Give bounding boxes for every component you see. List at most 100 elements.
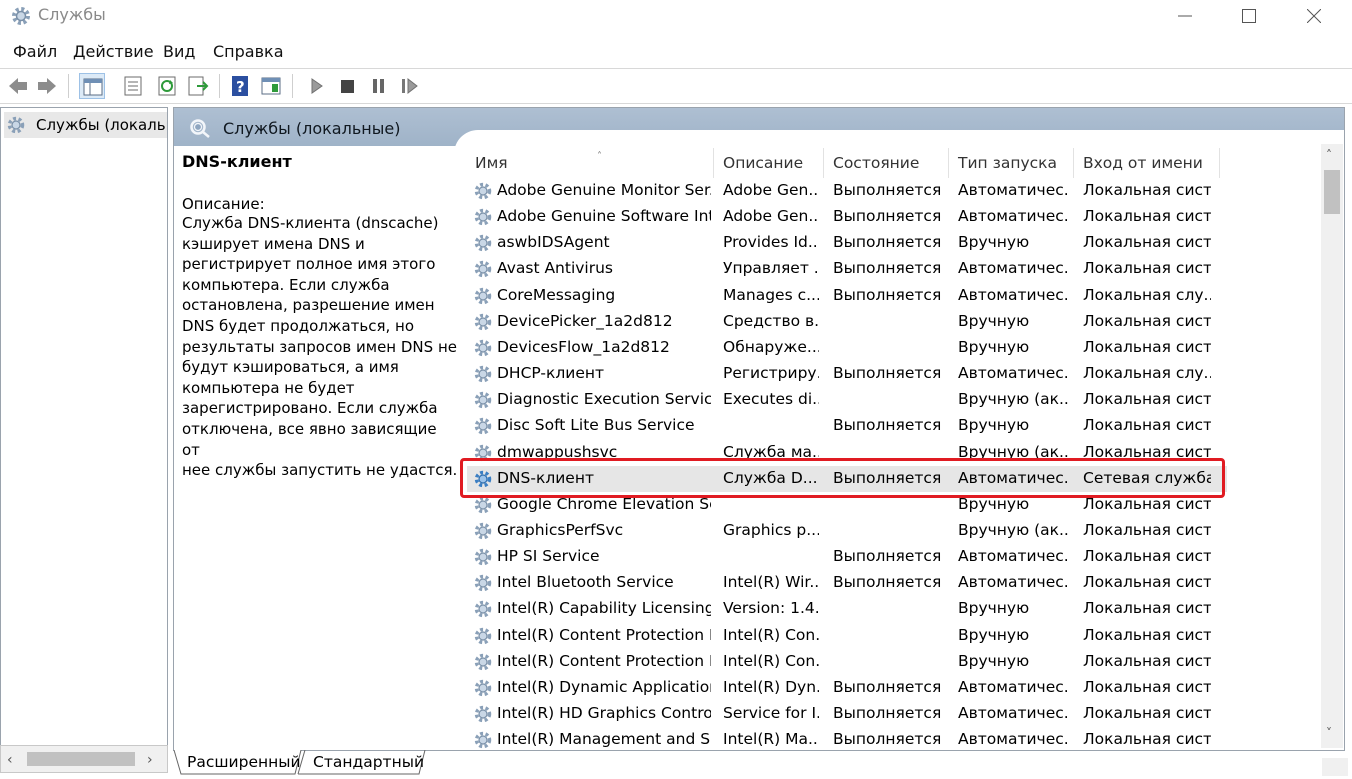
column-header-description[interactable]: Описание <box>723 154 803 172</box>
forward-button[interactable] <box>34 73 60 99</box>
service-gear-icon <box>474 575 492 592</box>
table-row[interactable]: HP SI Service Выполняется Автоматичес... Ло… <box>467 544 1227 570</box>
stop-service-button[interactable] <box>334 73 360 99</box>
close-icon <box>1307 9 1321 23</box>
table-row[interactable]: Avast Antivirus Управляет ... Выполняется А… <box>467 256 1227 282</box>
table-row-selected[interactable]: DNS-клиент Служба D... Выполняется Автомати… <box>467 465 1227 492</box>
cell-startup-type: Автоматичес... <box>958 364 1070 383</box>
help-button[interactable]: ? <box>227 73 253 99</box>
scroll-right-icon[interactable]: › <box>147 752 153 768</box>
table-row[interactable]: Adobe Genuine Software Int... Adobe Gen..… <box>467 204 1227 230</box>
action-pane-button[interactable] <box>258 73 284 99</box>
table-row[interactable]: DHCP-клиент Регистриру... Выполняется Автом… <box>467 361 1227 387</box>
table-row[interactable]: Intel(R) Dynamic Application... Intel(R) … <box>467 675 1227 701</box>
cell-name: Avast Antivirus <box>497 259 614 278</box>
scroll-thumb[interactable] <box>1324 170 1340 214</box>
maximize-button[interactable] <box>1216 0 1282 32</box>
table-row[interactable]: aswbIDSAgent Provides Id... Выполняется Вру… <box>467 230 1227 256</box>
service-gear-icon <box>474 731 492 749</box>
service-gear-icon <box>474 444 492 461</box>
column-separator[interactable] <box>1219 148 1220 178</box>
service-gear-icon <box>474 339 492 357</box>
scroll-left-icon[interactable]: ‹ <box>7 752 13 768</box>
table-row[interactable]: CoreMessaging Manages c... Выполняется Авто… <box>467 283 1227 309</box>
close-button[interactable] <box>1281 0 1347 32</box>
column-header-name[interactable]: Имя ˄ <box>475 151 602 172</box>
table-row[interactable]: Adobe Genuine Monitor Ser... Adobe Gen...… <box>467 178 1227 204</box>
table-row[interactable]: Intel Bluetooth Service Intel(R) Wir... Вы… <box>467 570 1227 596</box>
show-console-tree-button[interactable] <box>79 73 105 99</box>
column-separator[interactable] <box>713 148 714 178</box>
cell-name: Disc Soft Lite Bus Service <box>497 416 695 435</box>
scroll-up-icon[interactable]: ˄ <box>1326 148 1332 162</box>
cell-startup-type: Автоматичес... <box>958 730 1070 749</box>
cell-logon-as: Локальная сист... <box>1083 704 1211 722</box>
cell-state: Выполняется <box>833 364 942 383</box>
tree-horizontal-scrollbar[interactable]: ‹ › <box>0 745 168 773</box>
table-row[interactable]: Diagnostic Execution Service Executes di.… <box>467 387 1227 413</box>
detail-description-line: кэширует имена DNS и <box>182 234 365 253</box>
menu-action[interactable]: Действие <box>73 42 154 61</box>
service-gear-icon <box>474 287 492 304</box>
table-row[interactable]: dmwappushsvc Служба ма... Вручную (ак... Ло… <box>467 440 1227 466</box>
back-button[interactable] <box>5 73 31 99</box>
menu-bar: Файл Действие Вид Справка <box>0 38 1352 66</box>
column-header-startup[interactable]: Тип запуска <box>958 154 1057 172</box>
pane-title: Службы (локальные) <box>223 119 401 138</box>
menu-help[interactable]: Справка <box>213 42 284 61</box>
menu-file[interactable]: Файл <box>13 42 57 61</box>
toolbar-separator <box>219 74 220 98</box>
tab-extended[interactable]: Расширенный <box>173 750 303 776</box>
services-gear-icon <box>12 7 30 25</box>
table-row[interactable]: Intel(R) Content Protection H... Intel(R)… <box>467 649 1227 675</box>
refresh-button[interactable] <box>154 73 180 99</box>
title-bar: Службы <box>0 0 1352 32</box>
menu-view[interactable]: Вид <box>163 42 195 61</box>
table-row[interactable]: Google Chrome Elevation Se... Вручную Лока… <box>467 492 1227 518</box>
restart-service-button[interactable] <box>396 73 422 99</box>
cell-startup-type: Вручную <box>958 651 1030 670</box>
export-list-button[interactable] <box>185 73 211 99</box>
cell-description: Intel(R) Wir... <box>723 573 819 592</box>
cell-logon-as: Локальная сист... <box>1083 651 1211 670</box>
cell-description: Регистриру... <box>723 364 819 383</box>
cell-state: Выполняется <box>833 468 942 487</box>
pause-service-button[interactable] <box>365 73 391 99</box>
table-row[interactable]: GraphicsPerfSvc Graphics p... Вручную (ак.… <box>467 518 1227 544</box>
cell-logon-as: Локальная сист... <box>1083 520 1211 539</box>
window-title: Службы <box>38 5 106 24</box>
restart-icon <box>402 77 418 95</box>
tree-item-services-local[interactable]: Службы (локальн <box>4 112 167 138</box>
service-detail: DNS-клиент Описание: Служба DNS-клиента … <box>182 152 458 481</box>
search-gear-icon <box>190 119 210 138</box>
scroll-thumb[interactable] <box>27 752 135 766</box>
column-header-state[interactable]: Состояние <box>833 154 919 172</box>
table-row[interactable]: DevicesFlow_1a2d812 Обнаруже... Вручную Лок… <box>467 335 1227 361</box>
column-separator[interactable] <box>1073 148 1074 178</box>
table-row[interactable]: Intel(R) Capability Licensing ... Version… <box>467 596 1227 622</box>
table-row[interactable]: DevicePicker_1a2d812 Средство в... Вручную… <box>467 309 1227 335</box>
scroll-down-icon[interactable]: ˅ <box>1326 726 1332 740</box>
minimize-button[interactable] <box>1152 0 1218 32</box>
tab-standard[interactable]: Стандартный <box>297 750 427 776</box>
cell-startup-type: Вручную <box>958 337 1030 356</box>
maximize-icon <box>1242 9 1256 23</box>
cell-startup-type: Вручную <box>958 233 1030 252</box>
cell-state: Выполняется <box>833 233 942 252</box>
table-row[interactable]: Intel(R) Content Protection H... Intel(R)… <box>467 623 1227 649</box>
column-header-logon[interactable]: Вход от имени <box>1083 154 1203 172</box>
start-service-button[interactable] <box>303 73 329 99</box>
column-separator[interactable] <box>823 148 824 178</box>
properties-button[interactable] <box>120 73 146 99</box>
forward-icon <box>38 78 56 94</box>
column-separator[interactable] <box>948 148 949 178</box>
export-list-icon <box>188 76 209 96</box>
table-row[interactable]: Intel(R) Management and Se... Intel(R) Ma… <box>467 727 1227 750</box>
vertical-scrollbar[interactable]: ˄ ˅ <box>1321 144 1343 748</box>
cell-description: Intel(R) Con... <box>723 625 819 644</box>
cell-logon-as: Локальная сист... <box>1083 625 1211 644</box>
table-row[interactable]: Intel(R) HD Graphics Control ... Service … <box>467 701 1227 727</box>
sort-arrow-icon: ˄ <box>597 151 602 162</box>
resize-grip[interactable] <box>1322 758 1348 776</box>
table-row[interactable]: Disc Soft Lite Bus Service Выполняется Вру… <box>467 413 1227 439</box>
